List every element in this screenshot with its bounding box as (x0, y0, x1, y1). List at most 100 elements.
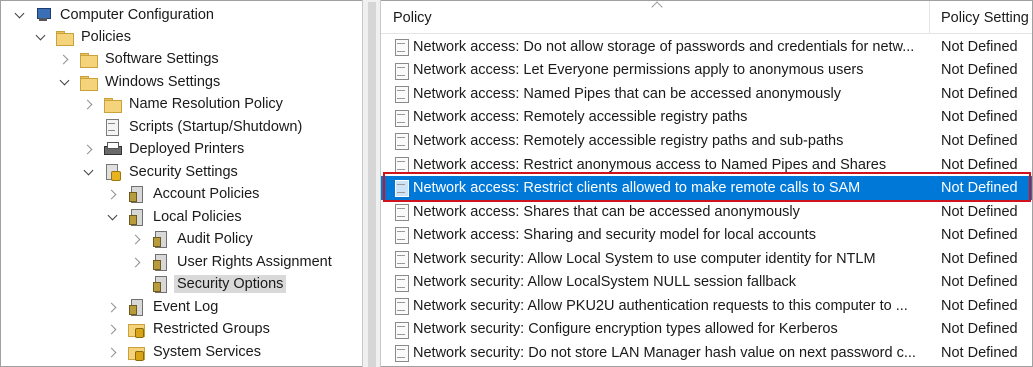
system-services-icon (128, 344, 145, 361)
security-settings-icon (104, 164, 121, 181)
policy-row[interactable]: Network access: Named Pipes that can be … (381, 82, 1032, 106)
policy-row[interactable]: Network security: Allow LocalSystem NULL… (381, 271, 1032, 295)
tree-item-event-log[interactable]: Event Log (108, 296, 221, 318)
tree-item-security-settings[interactable]: Security Settings (84, 161, 241, 183)
policy-name: Network security: Allow PKU2U authentica… (413, 297, 908, 314)
tree-item-account-policies[interactable]: Account Policies (108, 183, 262, 205)
policy-setting-icon (393, 345, 409, 363)
policy-row[interactable]: Network access: Remotely accessible regi… (381, 129, 1032, 153)
tree-item-label: User Rights Assignment (177, 254, 332, 270)
printer-icon (104, 141, 122, 157)
tree-item-label: Policies (81, 29, 131, 45)
tree-item-security-options[interactable]: Security Options (132, 273, 287, 295)
restricted-groups-icon (128, 321, 145, 338)
tree-item-policies[interactable]: Policies (36, 26, 134, 48)
policy-row[interactable]: Network security: Do not store LAN Manag… (381, 341, 1032, 365)
tree-item-windows-settings[interactable]: Windows Settings (60, 71, 223, 93)
chevron-down-icon[interactable] (60, 77, 70, 87)
chevron-down-icon[interactable] (84, 167, 94, 177)
policy-setting-value: Not Defined (941, 38, 1018, 55)
tree-item-system-services[interactable]: System Services (108, 341, 264, 363)
folder-icon (80, 51, 98, 68)
policy-row[interactable]: Network access: Do not allow storage of … (381, 35, 1032, 59)
tree-item-user-rights-assignment[interactable]: User Rights Assignment (132, 251, 335, 273)
scrollbar-thumb[interactable] (368, 2, 376, 367)
policy-name: Network security: Configure encryption t… (413, 321, 838, 338)
policy-setting-icon (393, 86, 409, 104)
policy-name: Network access: Shares that can be acces… (413, 203, 800, 220)
tree-item-restricted-groups[interactable]: Restricted Groups (108, 318, 273, 340)
policy-row[interactable]: Network security: Allow PKU2U authentica… (381, 294, 1032, 318)
tree-item-software-settings[interactable]: Software Settings (60, 48, 222, 70)
tree-item-label: System Services (153, 344, 261, 360)
tree-item-label: Account Policies (153, 186, 260, 202)
policy-row[interactable]: Network access: Remotely accessible regi… (381, 106, 1032, 130)
tree-item-label: Name Resolution Policy (129, 96, 283, 112)
policy-row[interactable]: Network access: Restrict clients allowed… (381, 176, 1032, 200)
chevron-down-icon[interactable] (36, 32, 46, 42)
policy-setting-value: Not Defined (941, 62, 1018, 79)
list-header: Policy Policy Setting (381, 1, 1032, 34)
policy-name: Network access: Remotely accessible regi… (413, 109, 748, 126)
chevron-right-icon[interactable] (108, 189, 118, 199)
policy-setting-value: Not Defined (941, 274, 1018, 291)
policy-row[interactable]: Network access: Let Everyone permissions… (381, 59, 1032, 83)
chevron-down-icon[interactable] (15, 10, 25, 20)
tree-item-label: Security Settings (129, 164, 238, 180)
tree-item-computer-configuration[interactable]: Computer Configuration (15, 4, 217, 26)
tree-item-label: Scripts (Startup/Shutdown) (129, 119, 303, 135)
tree-item-label: Windows Settings (105, 74, 221, 90)
column-header-policy-setting[interactable]: Policy Setting (929, 1, 1032, 34)
tree-scrollbar[interactable] (362, 0, 381, 367)
tree-item-scripts[interactable]: Scripts (Startup/Shutdown) (84, 116, 305, 138)
chevron-right-icon[interactable] (84, 144, 94, 154)
policy-setting-icon (393, 156, 409, 174)
tree-item-label: Security Options (174, 275, 287, 293)
policy-row[interactable]: Network access: Restrict anonymous acces… (381, 153, 1032, 177)
policy-row[interactable]: Network access: Sharing and security mod… (381, 223, 1032, 247)
chevron-right-icon[interactable] (84, 99, 94, 109)
policy-setting-icon (393, 109, 409, 127)
policy-setting-icon (393, 180, 409, 198)
policy-name: Network security: Allow LocalSystem NULL… (413, 274, 797, 291)
policy-list: Policy Policy Setting Network access: Do… (381, 0, 1033, 367)
tree-item-label: Local Policies (153, 209, 242, 225)
policy-row[interactable]: Network security: Allow Local System to … (381, 247, 1032, 271)
policy-name: Network access: Let Everyone permissions… (413, 62, 864, 79)
policy-setting-icon (393, 321, 409, 339)
column-header-label: Policy (393, 9, 432, 26)
chevron-right-icon[interactable] (108, 324, 118, 334)
script-icon (104, 119, 120, 136)
chevron-right-icon[interactable] (108, 302, 118, 312)
chevron-right-icon[interactable] (108, 347, 118, 357)
tree-item-deployed-printers[interactable]: Deployed Printers (84, 138, 247, 160)
policy-name: Network access: Remotely accessible regi… (413, 132, 844, 149)
chevron-down-icon[interactable] (108, 212, 118, 222)
folder-icon (104, 96, 122, 113)
policy-icon (152, 231, 168, 248)
policy-row[interactable]: Network security: Configure encryption t… (381, 318, 1032, 342)
tree-item-audit-policy[interactable]: Audit Policy (132, 228, 256, 250)
chevron-right-icon[interactable] (60, 54, 70, 64)
policy-setting-icon (393, 298, 409, 316)
policy-setting-icon (393, 250, 409, 268)
tree-item-label: Event Log (153, 299, 219, 315)
policy-icon (128, 299, 144, 316)
policy-name: Network access: Sharing and security mod… (413, 227, 816, 244)
folder-icon (56, 29, 74, 46)
chevron-right-icon[interactable] (132, 234, 142, 244)
tree-item-name-resolution-policy[interactable]: Name Resolution Policy (84, 93, 286, 115)
policy-icon (128, 186, 144, 203)
policy-name: Network access: Do not allow storage of … (413, 38, 915, 55)
tree-item-label: Audit Policy (177, 231, 253, 247)
policy-setting-icon (393, 39, 409, 56)
policy-icon (152, 276, 168, 293)
policy-row[interactable]: Network access: Shares that can be acces… (381, 200, 1032, 224)
policy-setting-value: Not Defined (941, 321, 1018, 338)
tree-item-label: Restricted Groups (153, 321, 270, 337)
policy-setting-value: Not Defined (941, 344, 1018, 361)
tree-item-local-policies[interactable]: Local Policies (108, 206, 245, 228)
policy-setting-value: Not Defined (941, 85, 1018, 102)
chevron-right-icon[interactable] (132, 257, 142, 267)
console-tree: Computer Configuration Policies Software… (0, 0, 362, 367)
